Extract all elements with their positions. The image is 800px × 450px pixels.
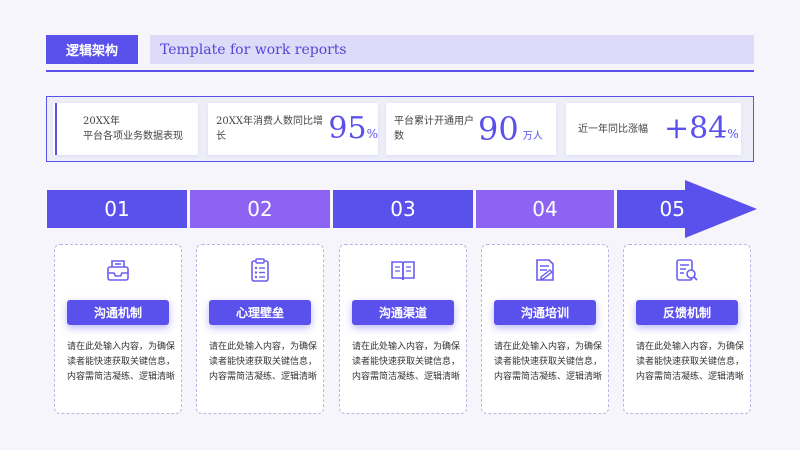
stats-panel: 20XX年 平台各项业务数据表现 20XX年消费人数同比增长 95 % 平台累计… bbox=[46, 96, 754, 162]
stat-growth-value: +84 bbox=[664, 111, 728, 146]
card-text-line: 请在此处输入内容，为确保 bbox=[352, 342, 461, 352]
stat-accent-bar bbox=[55, 103, 57, 155]
card-communication-channel: 沟通渠道 请在此处输入内容，为确保 读者能快速获取关键信息， 内容需简洁凝练、逻… bbox=[339, 244, 467, 414]
card-description: 请在此处输入内容，为确保 读者能快速获取关键信息， 内容需简洁凝练、逻辑清晰 bbox=[494, 340, 606, 385]
arrow-head-icon bbox=[685, 180, 757, 238]
stat-users-label-line2: 数 bbox=[394, 131, 404, 142]
card-description: 请在此处输入内容，为确保 读者能快速获取关键信息， 内容需简洁凝练、逻辑清晰 bbox=[209, 340, 321, 385]
document-edit-icon bbox=[536, 259, 554, 281]
stat-users-value: 90 bbox=[478, 110, 519, 148]
card-text-line: 读者能快速获取关键信息， bbox=[352, 357, 461, 367]
card-text-line: 内容需简洁凝练、逻辑清晰 bbox=[636, 372, 745, 382]
card-title-button[interactable]: 沟通培训 bbox=[494, 300, 596, 325]
card-text-line: 请在此处输入内容，为确保 bbox=[209, 342, 318, 352]
stat-users-label-line1: 平台累计开通用户 bbox=[394, 116, 474, 127]
step-03: 03 bbox=[333, 190, 473, 228]
clipboard-checklist-icon bbox=[251, 258, 269, 282]
card-text-line: 内容需简洁凝练、逻辑清晰 bbox=[494, 372, 603, 382]
card-text-line: 读者能快速获取关键信息， bbox=[636, 357, 745, 367]
stat-users-unit: 万人 bbox=[522, 130, 543, 142]
card-text-line: 读者能快速获取关键信息， bbox=[209, 357, 318, 367]
inbox-tray-icon bbox=[107, 260, 129, 281]
stat-growth-unit: % bbox=[727, 127, 739, 141]
stat-consumers-box: 20XX年消费人数同比增长 95 % bbox=[208, 103, 378, 155]
card-communication-mechanism: 沟通机制 请在此处输入内容，为确保 读者能快速获取关键信息， 内容需简洁凝练、逻… bbox=[54, 244, 182, 414]
card-text-line: 请在此处输入内容，为确保 bbox=[67, 342, 176, 352]
card-description: 请在此处输入内容，为确保 读者能快速获取关键信息， 内容需简洁凝练、逻辑清晰 bbox=[67, 340, 179, 385]
stat-consumers-label: 20XX年消费人数同比增长 bbox=[216, 116, 323, 142]
stat-intro-line2: 平台各项业务数据表现 bbox=[83, 131, 183, 142]
stat-consumers-value: 95 bbox=[328, 111, 367, 146]
stat-users-label: 平台累计开通用户 数 bbox=[394, 114, 478, 144]
card-text-line: 内容需简洁凝练、逻辑清晰 bbox=[352, 372, 461, 382]
stat-intro-text: 20XX年 平台各项业务数据表现 bbox=[83, 114, 183, 144]
step-01: 01 bbox=[47, 190, 187, 228]
card-text-line: 请在此处输入内容，为确保 bbox=[636, 342, 745, 352]
card-text-line: 内容需简洁凝练、逻辑清晰 bbox=[209, 372, 318, 382]
card-description: 请在此处输入内容，为确保 读者能快速获取关键信息， 内容需简洁凝练、逻辑清晰 bbox=[636, 340, 748, 385]
stat-growth-label: 近一年同比涨幅 bbox=[578, 123, 648, 135]
step-04: 04 bbox=[476, 190, 614, 228]
step-05: 05 bbox=[617, 190, 685, 228]
stat-intro-box: 20XX年 平台各项业务数据表现 bbox=[53, 103, 198, 155]
card-title-button[interactable]: 沟通机制 bbox=[67, 300, 169, 325]
stat-intro-line1: 20XX年 bbox=[83, 116, 120, 127]
stat-users-box: 平台累计开通用户 数 90 万人 bbox=[386, 103, 556, 155]
step-02: 02 bbox=[190, 190, 330, 228]
card-text-line: 读者能快速获取关键信息， bbox=[67, 357, 176, 367]
header-divider bbox=[46, 70, 754, 72]
section-title-tag: 逻辑架构 bbox=[46, 35, 138, 64]
card-feedback-mechanism: 反馈机制 请在此处输入内容，为确保 读者能快速获取关键信息， 内容需简洁凝练、逻… bbox=[623, 244, 751, 414]
open-book-icon bbox=[391, 261, 415, 281]
document-search-icon bbox=[676, 259, 698, 281]
card-psychological-barrier: 心理壁垒 请在此处输入内容，为确保 读者能快速获取关键信息， 内容需简洁凝练、逻… bbox=[196, 244, 324, 414]
card-text-line: 请在此处输入内容，为确保 bbox=[494, 342, 603, 352]
card-text-line: 读者能快速获取关键信息， bbox=[494, 357, 603, 367]
subtitle-bar: Template for work reports bbox=[150, 35, 754, 64]
card-title-button[interactable]: 反馈机制 bbox=[636, 300, 738, 325]
card-text-line: 内容需简洁凝练、逻辑清晰 bbox=[67, 372, 176, 382]
card-description: 请在此处输入内容，为确保 读者能快速获取关键信息， 内容需简洁凝练、逻辑清晰 bbox=[352, 340, 464, 385]
stat-growth-box: 近一年同比涨幅 +84 % bbox=[566, 103, 741, 155]
card-title-button[interactable]: 沟通渠道 bbox=[352, 300, 454, 325]
card-title-button[interactable]: 心理壁垒 bbox=[209, 300, 311, 325]
card-communication-training: 沟通培训 请在此处输入内容，为确保 读者能快速获取关键信息， 内容需简洁凝练、逻… bbox=[481, 244, 609, 414]
stat-consumers-unit: % bbox=[366, 127, 378, 141]
